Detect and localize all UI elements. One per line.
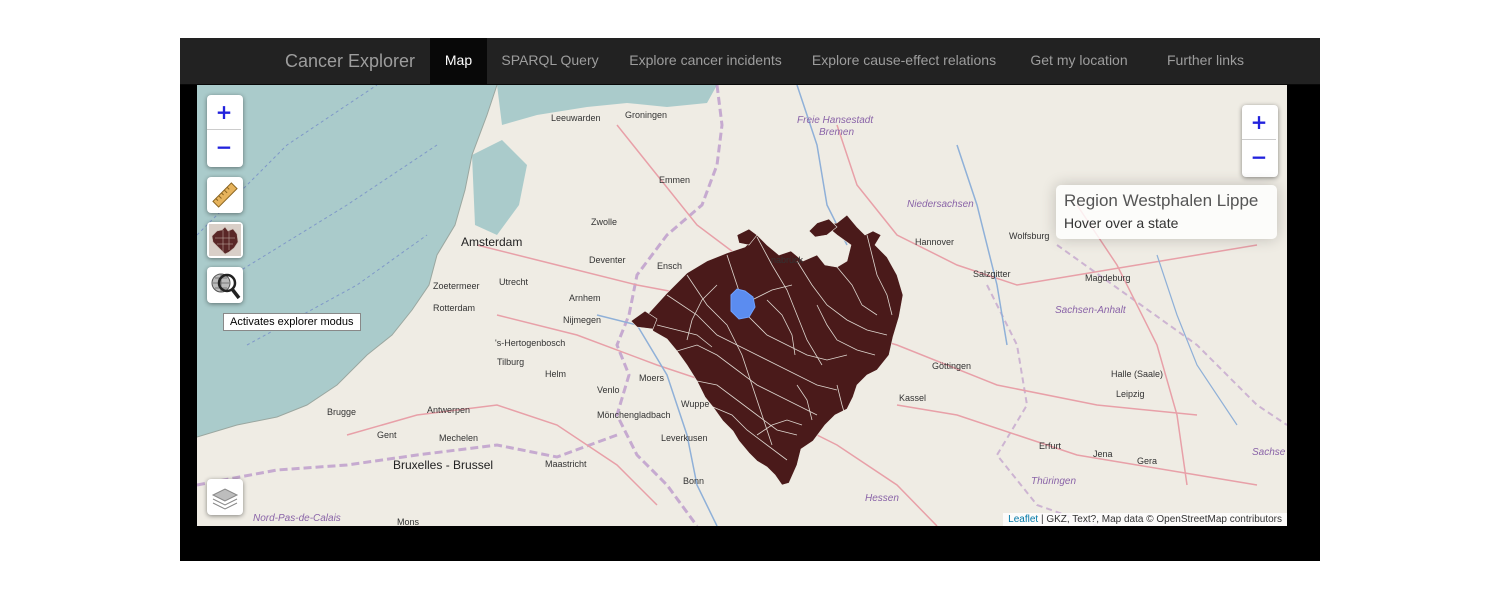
nav-explore-cancer-incidents[interactable]: Explore cancer incidents xyxy=(613,38,798,85)
place-erfurt: Erfurt xyxy=(1039,441,1062,451)
layers-icon xyxy=(211,488,239,510)
place-nord-pas-de-calais: Nord-Pas-de-Calais xyxy=(253,513,341,524)
zoom-out-button[interactable]: − xyxy=(207,129,241,163)
region-layer-icon xyxy=(209,224,241,256)
place-ensch: Ensch xyxy=(657,261,683,271)
leaflet-link[interactable]: Leaflet xyxy=(1008,514,1038,525)
layers-button[interactable] xyxy=(207,479,243,515)
place-emmen: Emmen xyxy=(659,175,691,185)
place-goettingen: Göttingen xyxy=(932,361,972,371)
measure-button[interactable] xyxy=(207,177,243,213)
attribution-text: | GKZ, Text?, Map data © OpenStreetMap c… xyxy=(1038,514,1282,525)
place-antwerpen: Antwerpen xyxy=(427,405,471,415)
place-hannover: Hannover xyxy=(915,237,955,247)
place-maastricht: Maastricht xyxy=(545,459,587,469)
place-rotterdam: Rotterdam xyxy=(433,303,476,313)
place-gera: Gera xyxy=(1137,456,1158,466)
zoom-in-button[interactable]: + xyxy=(207,95,241,129)
place-halle: Halle (Saale) xyxy=(1111,369,1164,379)
regions-button[interactable] xyxy=(207,222,243,258)
place-niedersachsen: Niedersachsen xyxy=(907,199,974,210)
info-title: Region Westphalen Lippe xyxy=(1064,191,1259,210)
brand-link[interactable]: Cancer Explorer xyxy=(285,38,415,85)
place-moenchengladbach: Mönchengladbach xyxy=(597,410,671,420)
map-viewport[interactable]: Leeuwarden Groningen Freie Hansestadt Br… xyxy=(197,85,1287,526)
place-jena: Jena xyxy=(1093,449,1113,459)
place-hertogenbosch: 's-Hertogenbosch xyxy=(495,338,566,348)
explorer-magnifier-icon xyxy=(211,273,241,300)
nav-further-links[interactable]: Further links xyxy=(1148,38,1263,85)
zoom-in-button-right[interactable]: + xyxy=(1242,105,1276,139)
place-venlo: Venlo xyxy=(597,385,620,395)
place-mechelen: Mechelen xyxy=(439,433,479,443)
region-shape-northeast xyxy=(808,218,838,238)
place-salzgitter: Salzgitter xyxy=(973,269,1011,279)
nav-get-my-location[interactable]: Get my location xyxy=(1010,38,1148,85)
zoom-control-left: + − xyxy=(207,95,243,167)
place-zoetermeer: Zoetermeer xyxy=(433,281,480,291)
place-wolfsburg: Wolfsburg xyxy=(1009,231,1050,241)
place-moers: Moers xyxy=(639,373,665,383)
place-nabruck: nabrück xyxy=(771,255,804,265)
place-helm: Helm xyxy=(545,369,567,379)
place-kassel: Kassel xyxy=(899,393,927,403)
place-bremen-state: Freie Hansestadt xyxy=(797,115,874,126)
place-sachsen: Sachse xyxy=(1252,447,1286,458)
app-window: Cancer Explorer Map SPARQL Query Explore… xyxy=(180,38,1320,561)
place-utrecht: Utrecht xyxy=(499,277,529,287)
place-amsterdam: Amsterdam xyxy=(461,235,523,249)
place-hessen: Hessen xyxy=(865,493,899,504)
explorer-tooltip: Activates explorer modus xyxy=(223,313,361,331)
nav-sparql-query[interactable]: SPARQL Query xyxy=(487,38,613,85)
place-leverkusen: Leverkusen xyxy=(661,433,708,443)
place-groningen: Groningen xyxy=(625,110,668,120)
info-subtitle: Hover over a state xyxy=(1064,215,1179,231)
place-leeuwarden: Leeuwarden xyxy=(551,113,601,123)
explorer-button[interactable] xyxy=(207,267,243,303)
nav-explore-cause-effect[interactable]: Explore cause-effect relations xyxy=(798,38,1010,85)
place-nijmegen: Nijmegen xyxy=(563,315,602,325)
place-thueringen: Thüringen xyxy=(1031,476,1077,487)
navbar: Cancer Explorer Map SPARQL Query Explore… xyxy=(180,38,1320,85)
place-arnhem: Arnhem xyxy=(569,293,601,303)
map-attribution: Leaflet | GKZ, Text?, Map data © OpenStr… xyxy=(1003,513,1287,526)
place-gent: Gent xyxy=(377,430,397,440)
place-mons: Mons xyxy=(397,517,420,526)
place-tilburg: Tilburg xyxy=(497,357,525,367)
wadden-sea xyxy=(497,85,717,125)
place-brugge: Brugge xyxy=(327,407,357,417)
place-leipzig: Leipzig xyxy=(1116,389,1145,399)
zoom-out-button-right[interactable]: − xyxy=(1242,139,1276,173)
nav-map[interactable]: Map xyxy=(430,38,487,85)
place-magdeburg: Magdeburg xyxy=(1085,273,1131,283)
place-zwolle: Zwolle xyxy=(591,217,618,227)
place-bremen: Bremen xyxy=(819,127,855,138)
ruler-icon xyxy=(212,182,238,208)
place-wuppertal: Wuppe xyxy=(681,399,710,409)
place-bonn: Bonn xyxy=(683,476,705,486)
place-deventer: Deventer xyxy=(589,255,626,265)
place-bruxelles: Bruxelles - Brussel xyxy=(393,458,494,472)
zoom-control-right: + − xyxy=(1242,105,1278,177)
ijsselmeer xyxy=(472,140,527,235)
place-sachsen-anhalt: Sachsen-Anhalt xyxy=(1055,305,1126,316)
region-info-box: Region Westphalen Lippe Hover over a sta… xyxy=(1056,185,1277,239)
